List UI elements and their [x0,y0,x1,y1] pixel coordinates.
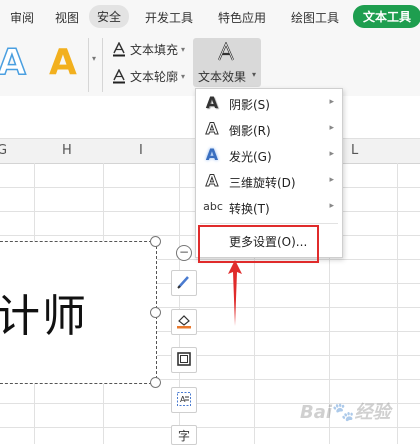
collapse-icon[interactable]: − [176,245,192,261]
chevron-down-icon: ▾ [252,70,257,79]
text-wrap-button[interactable]: A [171,387,197,413]
glow-A-icon: A [205,145,219,164]
reflection-A-icon: A [205,119,219,138]
text-effect-button[interactable]: 文本效果 ▾ [193,38,261,87]
column-header-i[interactable]: I [139,143,143,158]
menu-item-reflection[interactable]: A 倒影(R) ▸ [196,117,342,143]
text-outline-label: 文本轮廓 [130,69,179,84]
tab-view[interactable]: 视图 [55,9,79,26]
ribbon-divider [88,38,89,92]
text-layout-icon: A [176,391,192,410]
resize-handle[interactable] [150,377,161,388]
style-gallery-more-icon[interactable]: ▾ [92,54,96,63]
column-header-g[interactable]: G [0,143,7,158]
style-sample-gold[interactable]: A [49,42,77,83]
menu-divider [200,223,338,224]
column-header-l[interactable]: L [351,143,358,158]
shadow-A-icon: A [205,93,219,112]
chevron-right-icon: ▸ [329,149,334,159]
text-box-content[interactable]: 计师 [0,280,88,344]
shape-fill-button[interactable] [171,309,197,335]
resize-handle[interactable] [150,236,161,247]
text-outline-button[interactable]: 文本轮廓 ▾ [113,66,185,86]
text-effect-icon [216,41,236,65]
tab-security[interactable]: 安全 [89,5,130,28]
chevron-right-icon: ▸ [329,201,334,211]
menu-item-label: 发光(G) [229,150,272,164]
chevron-right-icon: ▸ [329,175,334,185]
text-outline-icon [113,68,125,84]
text-direction-icon: 字 [177,428,190,443]
menu-item-transform[interactable]: abc 转换(T) ▸ [196,195,342,221]
fill-bucket-icon [176,313,192,332]
grid-line [397,163,398,444]
red-arrow-annotation [228,260,242,326]
highlight-box [198,225,319,263]
grid-line [0,427,420,428]
menu-item-label: 倒影(R) [229,124,271,138]
menu-item-glow[interactable]: A 发光(G) ▸ [196,143,342,169]
style-sample-outline[interactable]: A [0,41,27,84]
tab-review[interactable]: 审阅 [10,9,34,26]
column-header-h[interactable]: H [62,143,72,158]
text-fill-button[interactable]: 文本填充 ▾ [113,39,185,59]
tab-featured-apps[interactable]: 特色应用 [218,9,266,26]
text-direction-button[interactable]: 字 [171,425,197,445]
3d-rotate-A-icon: A [205,171,219,190]
menu-item-3d-rotation[interactable]: A 三维旋转(D) ▸ [196,169,342,195]
tab-text-tools[interactable]: 文本工具 [353,5,420,28]
outline-square-icon [176,351,192,370]
shape-style-button[interactable] [171,270,197,296]
chevron-down-icon: ▾ [181,44,186,54]
watermark-logo: Bai🐾经验 [300,402,391,423]
text-fill-icon [113,41,125,57]
transform-abc-icon: abc [203,200,223,213]
chevron-right-icon: ▸ [329,97,334,107]
resize-handle[interactable] [150,307,161,318]
text-effect-label: 文本效果 [198,70,247,84]
ribbon-divider [102,38,103,92]
menu-item-label: 三维旋转(D) [229,176,296,190]
tab-drawing-tools[interactable]: 绘图工具 [291,9,339,26]
brush-icon [176,274,192,293]
menu-tab-bar: 审阅 视图 安全 开发工具 特色应用 绘图工具 文本工具 [0,0,420,34]
chevron-down-icon: ▾ [181,71,186,81]
menu-item-shadow[interactable]: A 阴影(S) ▸ [196,91,342,117]
chevron-right-icon: ▸ [329,123,334,133]
menu-item-label: 阴影(S) [229,98,270,112]
menu-item-label: 转换(T) [229,202,270,216]
shape-outline-button[interactable] [171,347,197,373]
text-fill-label: 文本填充 [130,42,179,57]
tab-developer-tools[interactable]: 开发工具 [145,9,193,26]
